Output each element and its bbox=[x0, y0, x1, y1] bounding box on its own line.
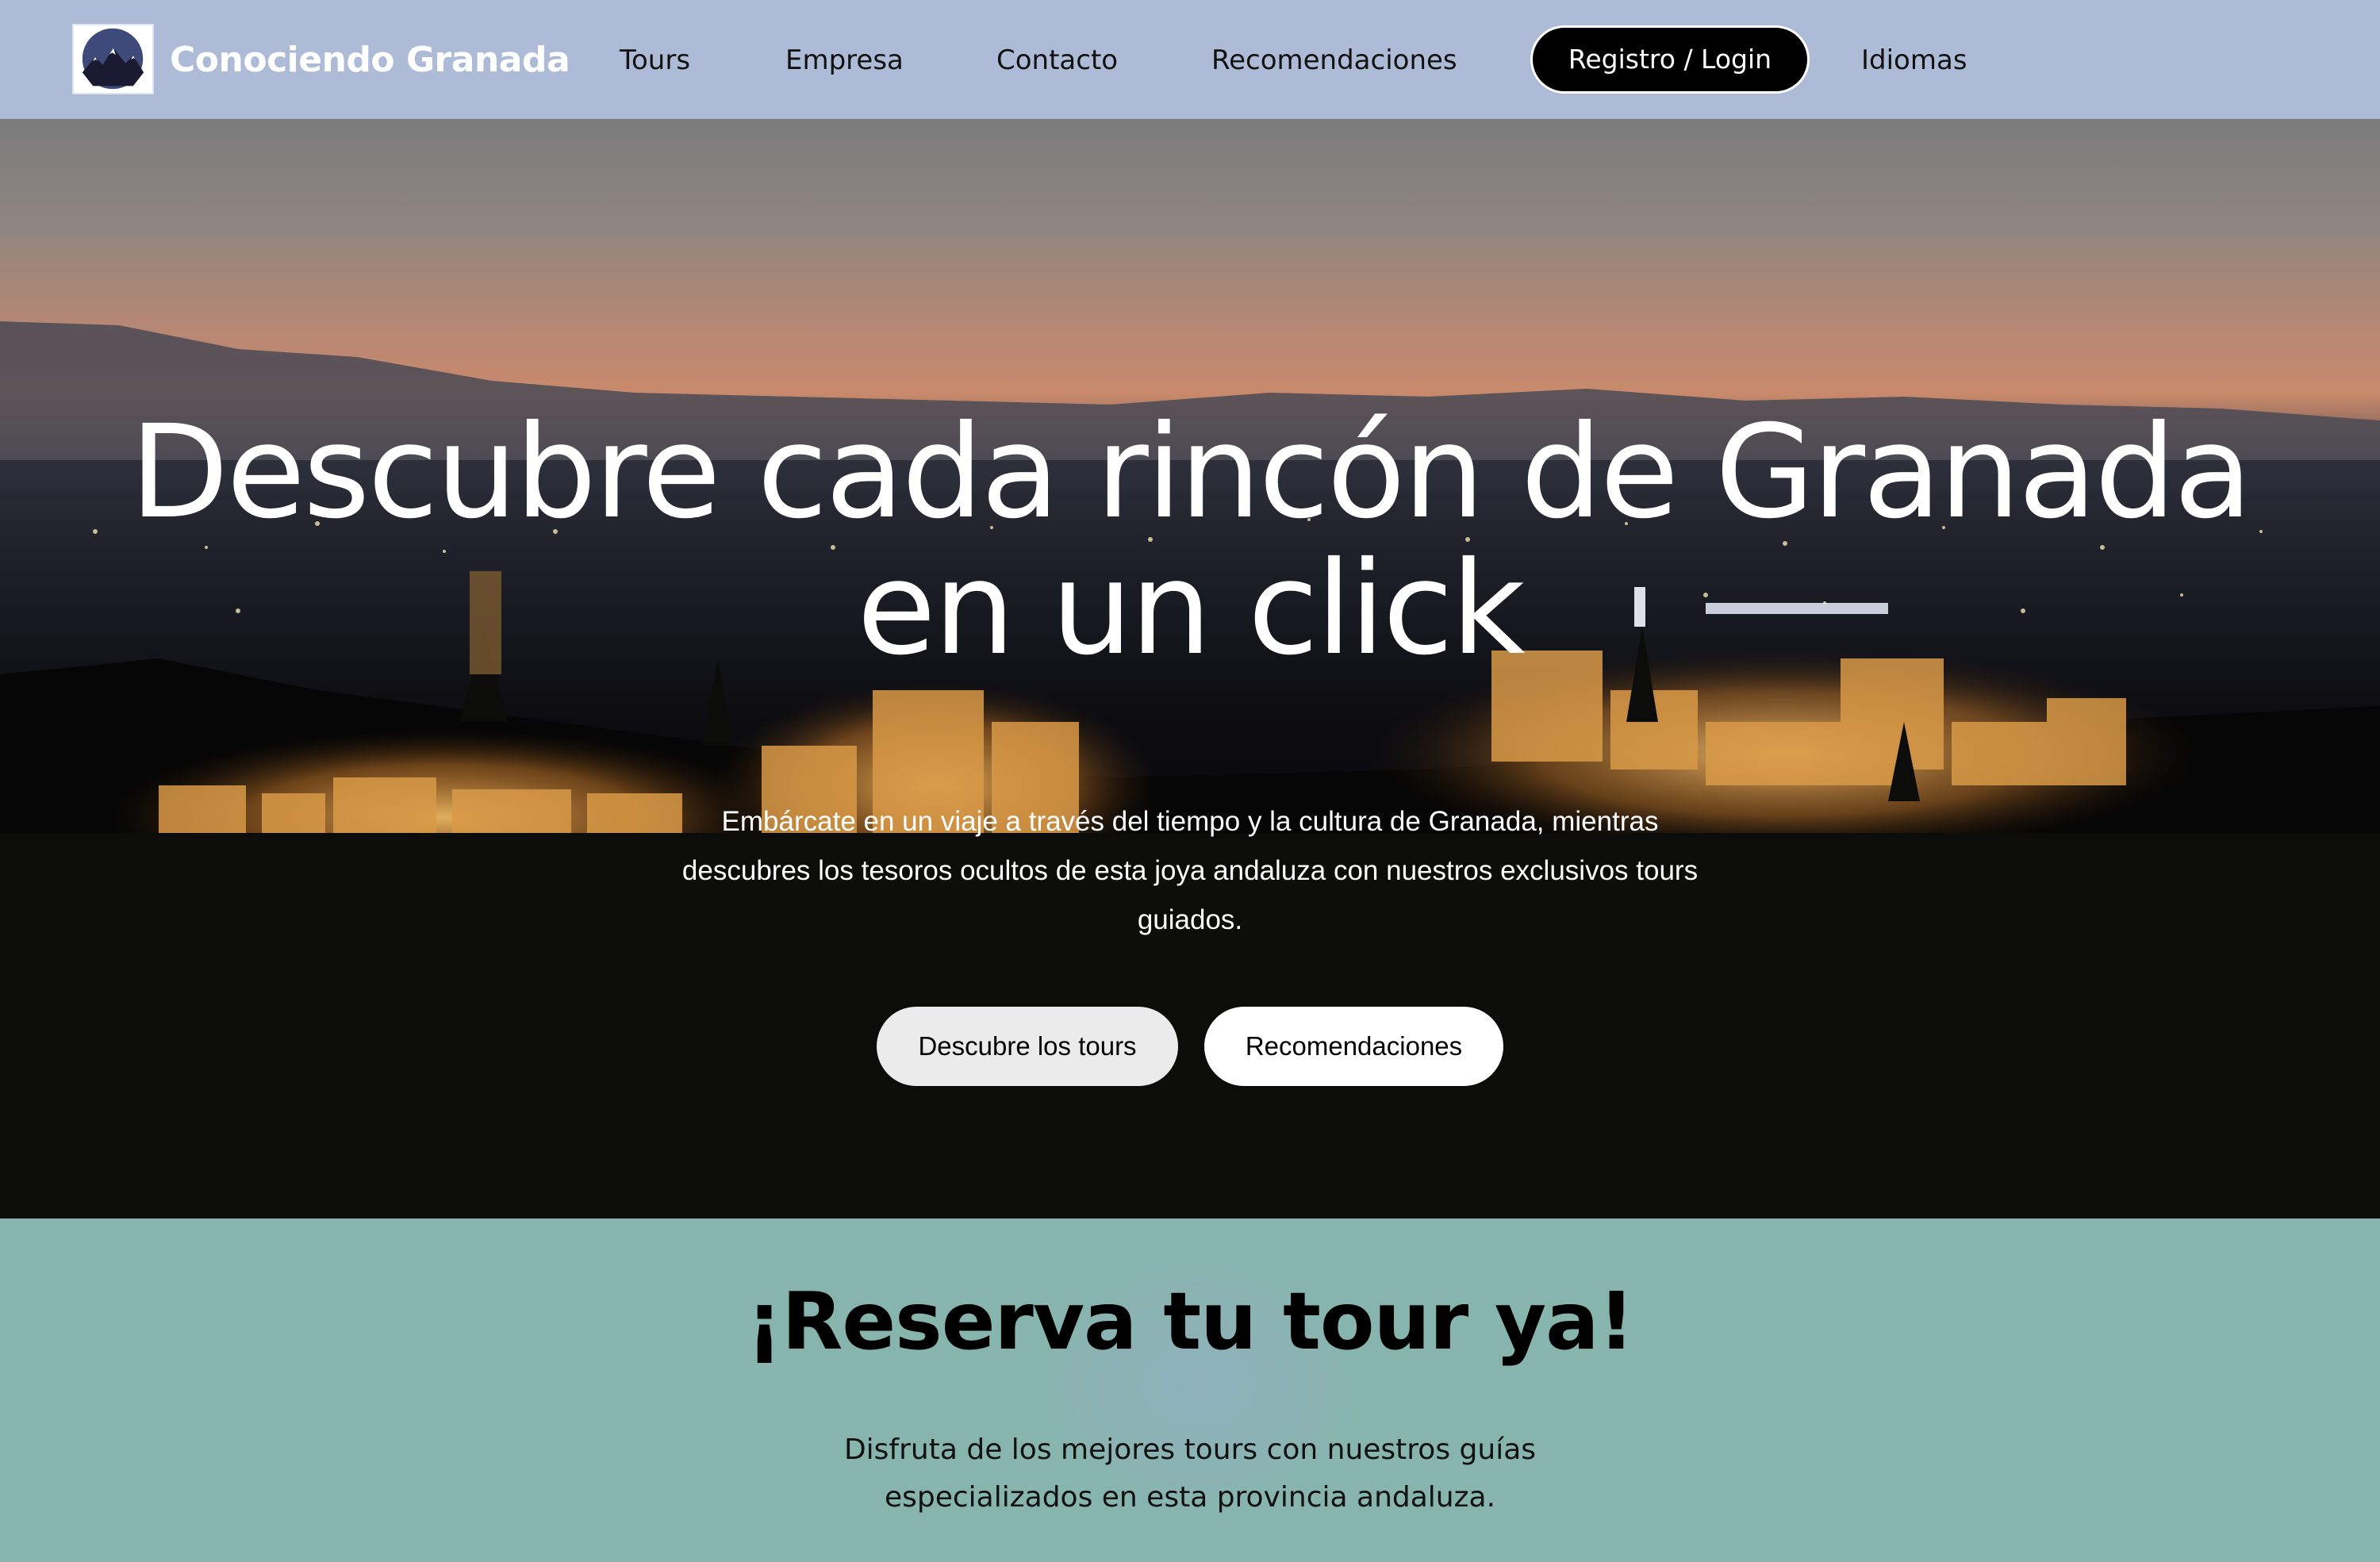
navbar: Conociendo Granada Tours Empresa Contact… bbox=[0, 0, 2380, 119]
logo[interactable] bbox=[72, 24, 154, 94]
login-button[interactable]: Registro / Login bbox=[1530, 25, 1810, 94]
reserva-title: ¡Reserva tu tour ya! bbox=[746, 1275, 1634, 1368]
reserva-description: Disfruta de los mejores tours con nuestr… bbox=[843, 1433, 1537, 1514]
nav-idiomas-link[interactable]: Idiomas bbox=[1861, 36, 1967, 84]
nav-empresa-link[interactable]: Empresa bbox=[785, 36, 904, 84]
mountain-moon-icon bbox=[74, 25, 152, 93]
nav-recomendaciones-link[interactable]: Recomendaciones bbox=[1211, 36, 1457, 84]
hero-subtitle: Embárcate en un viaje a través del tiemp… bbox=[681, 806, 1699, 935]
discover-tours-button[interactable]: Descubre los tours bbox=[877, 1007, 1178, 1086]
nav-tours-link[interactable]: Tours bbox=[620, 36, 690, 84]
reserva-section: ¡Reserva tu tour ya! Disfruta de los mej… bbox=[0, 1219, 2380, 1562]
recommendations-button[interactable]: Recomendaciones bbox=[1204, 1007, 1503, 1086]
hero-section: Descubre cada rincón de Granada en un cl… bbox=[0, 119, 2380, 1219]
hero-title: Descubre cada rincón de Granada en un cl… bbox=[129, 398, 2253, 684]
brand-name[interactable]: Conociendo Granada bbox=[170, 36, 570, 84]
nav-contacto-link[interactable]: Contacto bbox=[996, 36, 1118, 84]
